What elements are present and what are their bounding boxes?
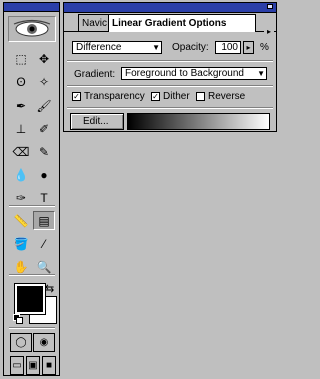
- edit-gradient-button[interactable]: Edit...: [70, 113, 124, 130]
- eyedropper-icon: ⁄: [42, 236, 45, 251]
- move-icon: ✥: [38, 51, 50, 66]
- gradient-select[interactable]: Foreground to Background ▼: [121, 67, 267, 80]
- panel-menu-arrow-icon[interactable]: ▸: [264, 27, 274, 36]
- lasso-tool[interactable]: ʘ: [10, 72, 32, 91]
- linear-gradient-options-panel: Navic Linear Gradient Options ▸ Differen…: [63, 2, 277, 132]
- panel-tabs: Navic Linear Gradient Options ▸: [64, 13, 276, 36]
- blend-mode-value: Difference: [76, 42, 122, 53]
- eraser-tool[interactable]: ⌫: [10, 142, 32, 161]
- opacity-input[interactable]: 100: [215, 41, 241, 54]
- reverse-checkbox[interactable]: Reverse: [196, 91, 245, 102]
- full-screen-menu-button-icon: ▣: [28, 360, 38, 371]
- default-colors-icon[interactable]: [13, 314, 23, 324]
- lasso-icon: ʘ: [16, 74, 26, 89]
- reverse-check-box[interactable]: [196, 92, 205, 101]
- airbrush-icon: ✒: [15, 98, 27, 113]
- toolbox-divider: [9, 327, 55, 329]
- blend-mode-select[interactable]: Difference ▼: [72, 41, 162, 54]
- gradient-tool[interactable]: ▤: [33, 211, 55, 230]
- blur-icon: 💧: [13, 167, 29, 182]
- paint-bucket-tool[interactable]: 🪣: [10, 234, 32, 253]
- quick-mask-mode-button[interactable]: ◉: [33, 333, 55, 352]
- airbrush-tool[interactable]: ✒: [10, 96, 32, 115]
- pencil-tool[interactable]: ✎: [33, 142, 55, 161]
- foreground-color-swatch[interactable]: [14, 283, 46, 315]
- eyedropper-tool[interactable]: ⁄: [33, 234, 55, 253]
- opacity-slider-arrow-icon[interactable]: ▸: [243, 41, 254, 54]
- quick-mask-mode-button-icon: ◉: [39, 337, 49, 348]
- standard-mode-button-icon: ◯: [15, 337, 27, 348]
- rubber-stamp-tool[interactable]: ⊥: [10, 119, 32, 138]
- zoom-icon: 🔍: [36, 259, 52, 274]
- panel-title-bar[interactable]: [64, 3, 276, 13]
- dither-label: Dither: [163, 91, 190, 102]
- rubber-stamp-icon: ⊥: [15, 121, 27, 136]
- tab-navigator[interactable]: Navic: [78, 14, 112, 31]
- marquee-icon: ⬚: [15, 51, 27, 66]
- pen-icon: ✑: [15, 190, 27, 205]
- chevron-down-icon: ▼: [152, 43, 160, 52]
- burn-icon: ●: [40, 167, 48, 182]
- burn-tool[interactable]: ●: [33, 165, 55, 184]
- chevron-down-icon: ▼: [257, 69, 265, 78]
- blur-tool[interactable]: 💧: [10, 165, 32, 184]
- standard-screen-button[interactable]: ▭: [10, 356, 24, 375]
- type-icon: T: [40, 190, 48, 205]
- reverse-label: Reverse: [208, 91, 246, 102]
- opacity-unit: %: [260, 42, 269, 53]
- magic-wand-icon: ✧: [38, 74, 50, 89]
- panel-close-icon[interactable]: [267, 4, 273, 9]
- measure-icon: 📏: [13, 213, 29, 228]
- full-screen-button[interactable]: ■: [42, 356, 56, 375]
- gradient-preview[interactable]: [127, 113, 270, 130]
- pencil-icon: ✎: [38, 144, 50, 159]
- full-screen-menu-button[interactable]: ▣: [26, 356, 40, 375]
- toolbox-title-bar[interactable]: [4, 3, 59, 12]
- standard-mode-button[interactable]: ◯: [10, 333, 32, 352]
- eraser-icon: ⌫: [12, 144, 30, 159]
- toolbox-divider: [9, 205, 55, 207]
- toolbox: ⬚ ✥ ʘ ✧ ✒ 🖌 ⊥ ✐ ⌫ ✎ 💧 ● ✑ T 📏 ▤ 🪣 ⁄ ✋ 🔍 ◯ ◉ ▭ ▣ ■ ⇆: [3, 2, 60, 376]
- dither-check-box[interactable]: ✓: [151, 92, 160, 101]
- dither-checkbox[interactable]: ✓ Dither: [151, 91, 190, 102]
- hand-icon: ✋: [13, 259, 29, 274]
- history-brush-icon: ✐: [38, 121, 50, 136]
- opacity-label: Opacity:: [172, 42, 209, 53]
- transparency-checkbox[interactable]: ✓ Transparency: [72, 91, 145, 102]
- marquee-tool[interactable]: ⬚: [10, 49, 32, 68]
- paintbrush-icon: 🖌: [36, 98, 52, 113]
- swap-colors-icon[interactable]: ⇆: [45, 282, 54, 295]
- paint-bucket-icon: 🪣: [13, 236, 29, 251]
- transparency-check-box[interactable]: ✓: [72, 92, 81, 101]
- panel-separator: [67, 85, 273, 87]
- tab-linear-gradient-options[interactable]: Linear Gradient Options: [108, 14, 256, 32]
- transparency-label: Transparency: [84, 91, 145, 102]
- gradient-label: Gradient:: [74, 69, 116, 80]
- toolbox-divider: [9, 274, 55, 276]
- panel-separator: [67, 107, 273, 109]
- history-brush-tool[interactable]: ✐: [33, 119, 55, 138]
- adobe-eye-logo[interactable]: [8, 16, 56, 42]
- measure-tool[interactable]: 📏: [10, 211, 32, 230]
- full-screen-button-icon: ■: [45, 360, 53, 371]
- magic-wand-tool[interactable]: ✧: [33, 72, 55, 91]
- move-tool[interactable]: ✥: [33, 49, 55, 68]
- paintbrush-tool[interactable]: 🖌: [33, 96, 55, 115]
- standard-screen-button-icon: ▭: [12, 360, 22, 371]
- gradient-icon: ▤: [38, 213, 50, 228]
- panel-separator: [67, 60, 273, 62]
- gradient-value: Foreground to Background: [125, 68, 244, 79]
